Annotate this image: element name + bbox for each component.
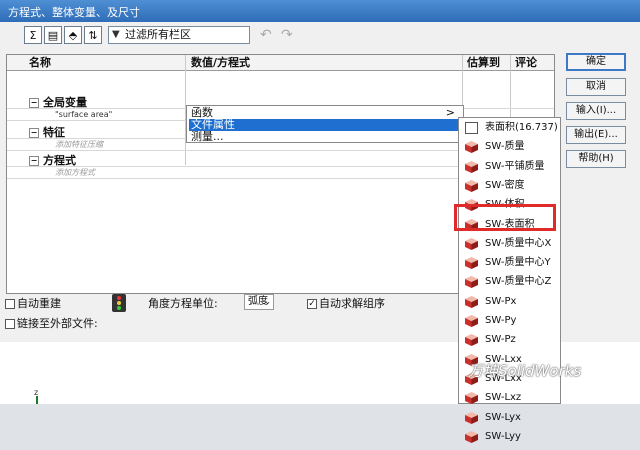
link-external-checkbox[interactable] bbox=[5, 319, 15, 329]
box-icon bbox=[465, 160, 478, 173]
column-header-comment[interactable]: 评论 bbox=[515, 55, 537, 71]
highlight-box bbox=[454, 204, 556, 231]
submenu-item[interactable]: SW-Pz bbox=[463, 331, 559, 349]
traffic-light-icon[interactable] bbox=[112, 294, 126, 312]
submenu-item[interactable]: SW-Lxz bbox=[463, 389, 559, 407]
undo-icon[interactable]: ↶ bbox=[260, 27, 272, 43]
auto-solve-label: 自动求解组序 bbox=[319, 297, 385, 310]
export-button[interactable]: 输出(E)... bbox=[566, 126, 626, 144]
box-icon bbox=[465, 237, 478, 250]
group-label: 特征 bbox=[43, 126, 65, 139]
angle-unit-label: 角度方程单位: bbox=[148, 297, 218, 310]
axis-triad-icon bbox=[36, 396, 38, 404]
box-icon bbox=[465, 334, 478, 347]
auto-rebuild-label: 自动重建 bbox=[17, 297, 61, 310]
submenu-item[interactable]: SW-质量中心Y bbox=[463, 254, 559, 272]
context-menu: 函数 > 文件属性 测量... bbox=[186, 105, 464, 143]
box-icon bbox=[465, 295, 478, 308]
box-icon bbox=[465, 276, 478, 289]
group-label: 全局变量 bbox=[43, 96, 87, 109]
cancel-button[interactable]: 取消 bbox=[566, 78, 626, 96]
menu-item-file-properties[interactable]: 文件属性 bbox=[189, 119, 461, 131]
add-suppression-placeholder[interactable]: 添加特征压缩 bbox=[55, 139, 103, 151]
redo-icon[interactable]: ↷ bbox=[281, 27, 293, 43]
box-icon bbox=[465, 392, 478, 405]
auto-solve-checkbox[interactable]: ✓ bbox=[307, 299, 317, 309]
box-icon bbox=[465, 257, 478, 270]
funnel-icon: ▼ bbox=[112, 29, 120, 40]
chevron-right-icon: > bbox=[445, 106, 455, 119]
box-icon bbox=[465, 430, 478, 443]
box-icon bbox=[465, 411, 478, 424]
help-button[interactable]: 帮助(H) bbox=[566, 150, 626, 168]
sigma-icon[interactable]: Σ bbox=[24, 26, 42, 44]
collapse-icon[interactable]: − bbox=[29, 98, 39, 108]
box-icon bbox=[465, 315, 478, 327]
filter-input[interactable]: ▼ 过滤所有栏区 bbox=[108, 26, 250, 44]
chevron-down-icon: ⌄ bbox=[264, 297, 271, 306]
column-header-name[interactable]: 名称 bbox=[29, 55, 51, 71]
property-sheet-icon bbox=[465, 122, 478, 134]
watermark: 万坤SolidWorks bbox=[468, 362, 582, 380]
dims-icon[interactable]: ⬘ bbox=[64, 26, 82, 44]
submenu-item[interactable]: 表面积(16.737) bbox=[463, 119, 559, 137]
column-header-evaluate[interactable]: 估算到 bbox=[467, 55, 500, 71]
submenu-item[interactable]: SW-平铺质量 bbox=[463, 158, 559, 176]
angle-unit-select[interactable]: 弧度 ⌄ bbox=[244, 294, 274, 310]
add-equation-placeholder[interactable]: 添加方程式 bbox=[55, 167, 95, 179]
collapse-icon[interactable]: − bbox=[29, 128, 39, 138]
variable-name[interactable]: "surface area" bbox=[55, 109, 112, 121]
submenu-item[interactable]: SW-质量中心Z bbox=[463, 273, 559, 291]
window-title-bar: 方程式、整体变量、及尺寸 bbox=[0, 0, 640, 22]
collapse-icon[interactable]: − bbox=[29, 156, 39, 166]
menu-item-measure[interactable]: 测量... bbox=[189, 131, 461, 143]
link-external-label: 链接至外部文件: bbox=[17, 317, 98, 330]
submenu-item[interactable]: SW-Lyx bbox=[463, 409, 559, 427]
submenu-item[interactable]: SW-质量中心X bbox=[463, 235, 559, 253]
submenu-item[interactable]: SW-Py bbox=[463, 312, 559, 330]
sort-icon[interactable]: ⇅ bbox=[84, 26, 102, 44]
ok-button[interactable]: 确定 bbox=[566, 53, 626, 71]
submenu-item[interactable]: SW-质量 bbox=[463, 138, 559, 156]
sheet-icon[interactable]: ▤ bbox=[44, 26, 62, 44]
box-icon bbox=[465, 141, 478, 154]
window-title: 方程式、整体变量、及尺寸 bbox=[8, 6, 140, 19]
column-header-value[interactable]: 数值/方程式 bbox=[191, 55, 251, 71]
submenu-item[interactable]: SW-密度 bbox=[463, 177, 559, 195]
import-button[interactable]: 输入(I)... bbox=[566, 102, 626, 120]
group-label: 方程式 bbox=[43, 154, 76, 167]
auto-rebuild-checkbox[interactable] bbox=[5, 299, 15, 309]
box-icon bbox=[465, 179, 478, 192]
submenu-item[interactable]: SW-Px bbox=[463, 293, 559, 311]
submenu-item[interactable]: SW-Lyy bbox=[463, 428, 559, 446]
